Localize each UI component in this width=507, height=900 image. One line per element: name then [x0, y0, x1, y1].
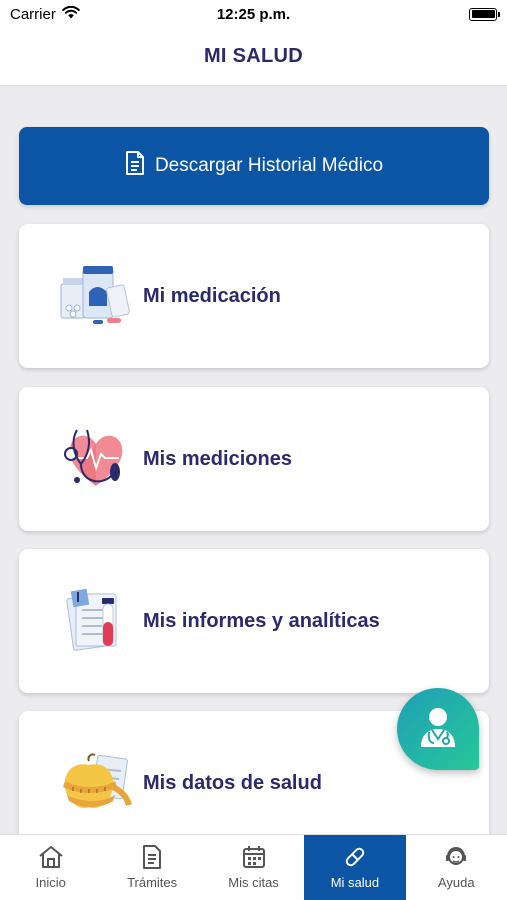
document-icon	[125, 151, 145, 181]
carrier-label: Carrier	[10, 5, 56, 23]
tab-tramites[interactable]: Trámites	[101, 835, 202, 900]
card-medication-label: Mi medicación	[143, 284, 281, 307]
battery-icon	[469, 7, 500, 21]
tab-ayuda-label: Ayuda	[438, 875, 475, 890]
status-left: Carrier	[10, 5, 80, 23]
status-bar: Carrier 12:25 p.m.	[0, 0, 507, 28]
doctor-icon	[418, 705, 458, 754]
tab-mi-salud-label: Mi salud	[330, 875, 380, 890]
reports-test-tube-illustration	[51, 581, 141, 661]
tab-mi-salud[interactable]: Mi salud	[304, 835, 406, 900]
document-icon	[142, 845, 162, 869]
tab-inicio[interactable]: Inicio	[0, 835, 101, 900]
calendar-icon	[242, 845, 266, 869]
support-agent-icon	[444, 845, 468, 869]
pill-icon	[343, 845, 367, 869]
card-measurements-label: Mis mediciones	[143, 447, 292, 470]
card-health-data-label: Mis datos de salud	[143, 771, 322, 794]
tab-tramites-label: Trámites	[127, 875, 178, 890]
card-reports[interactable]: Mis informes y analíticas	[19, 549, 489, 693]
tab-bar: Inicio Trámites Mis citas Mi salud Ayuda	[0, 834, 507, 900]
download-history-label: Descargar Historial Médico	[154, 155, 384, 176]
tab-ayuda[interactable]: Ayuda	[406, 835, 507, 900]
page-title: MI SALUD	[203, 45, 304, 67]
heart-stethoscope-illustration	[51, 419, 141, 499]
header: MI SALUD	[0, 28, 507, 86]
download-history-button[interactable]: Descargar Historial Médico	[19, 127, 489, 205]
tab-inicio-label: Inicio	[35, 875, 66, 890]
doctor-chat-button[interactable]	[397, 688, 479, 770]
tab-mis-citas-label: Mis citas	[228, 875, 279, 890]
medication-illustration	[51, 256, 141, 336]
home-icon	[38, 845, 64, 869]
tab-mis-citas[interactable]: Mis citas	[203, 835, 304, 900]
card-reports-label: Mis informes y analíticas	[143, 609, 380, 632]
card-measurements[interactable]: Mis mediciones	[19, 387, 489, 531]
wifi-icon	[62, 5, 80, 23]
card-medication[interactable]: Mi medicación	[19, 224, 489, 368]
apple-measuring-tape-illustration	[51, 743, 141, 823]
